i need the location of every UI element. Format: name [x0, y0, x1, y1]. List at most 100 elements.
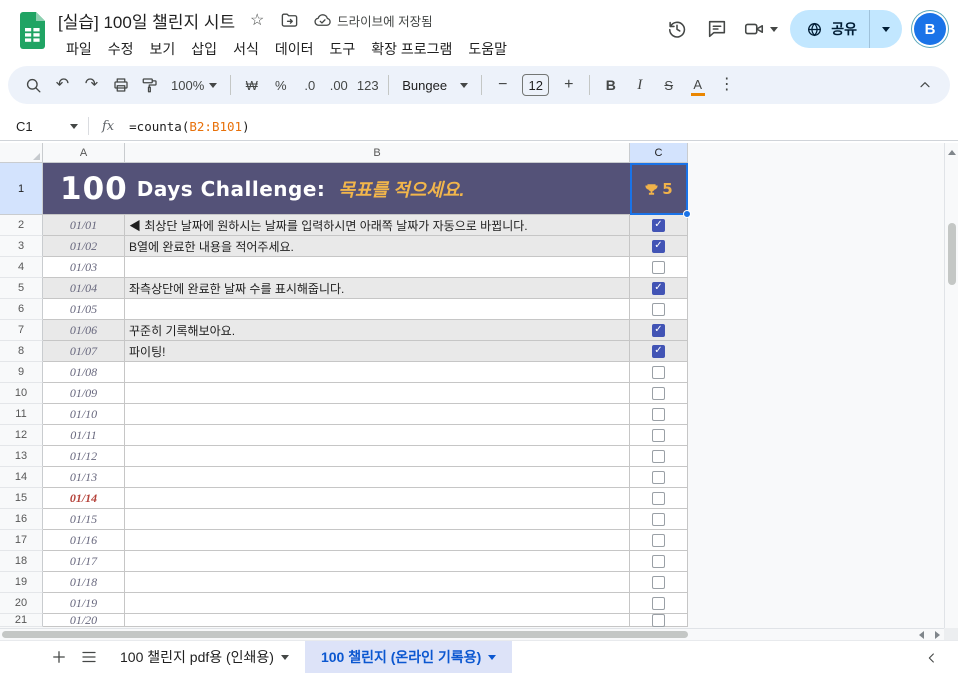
checkbox[interactable]: [652, 512, 665, 526]
entry-cell[interactable]: 꾸준히 기록해보아요.: [125, 320, 630, 341]
checkbox[interactable]: ✓: [652, 239, 665, 253]
checkbox-cell[interactable]: [630, 614, 688, 627]
checkbox[interactable]: [652, 449, 665, 463]
entry-cell[interactable]: [125, 614, 630, 627]
entry-cell[interactable]: [125, 593, 630, 614]
date-cell[interactable]: 01/03: [43, 257, 125, 278]
number-format-button[interactable]: 123: [354, 71, 381, 99]
checkbox-cell[interactable]: ✓: [630, 341, 688, 362]
horizontal-scroll-thumb[interactable]: [2, 631, 688, 638]
checkbox-cell[interactable]: [630, 551, 688, 572]
checkbox-cell[interactable]: [630, 530, 688, 551]
row-header[interactable]: 19: [0, 572, 43, 593]
checkbox[interactable]: [652, 596, 665, 610]
entry-cell[interactable]: [125, 488, 630, 509]
fill-handle[interactable]: [683, 210, 691, 218]
row-header[interactable]: 3: [0, 236, 43, 257]
print-icon[interactable]: [107, 71, 134, 99]
share-dropdown[interactable]: [869, 10, 902, 48]
date-cell[interactable]: 01/19: [43, 593, 125, 614]
currency-format-button[interactable]: ₩: [238, 71, 265, 99]
checkbox-cell[interactable]: [630, 425, 688, 446]
date-cell[interactable]: 01/01: [43, 215, 125, 236]
entry-cell[interactable]: [125, 572, 630, 593]
checkbox-cell[interactable]: [630, 383, 688, 404]
collapse-toolbar-icon[interactable]: [911, 71, 938, 99]
entry-cell[interactable]: [125, 404, 630, 425]
checkbox[interactable]: [652, 260, 665, 274]
zoom-select[interactable]: 100%: [165, 71, 223, 99]
bold-button[interactable]: B: [597, 71, 624, 99]
checkbox-cell[interactable]: ✓: [630, 236, 688, 257]
checkbox[interactable]: [652, 575, 665, 589]
row-header[interactable]: 13: [0, 446, 43, 467]
row-header[interactable]: 4: [0, 257, 43, 278]
checkbox-cell[interactable]: [630, 488, 688, 509]
more-options-icon[interactable]: ⋮: [713, 71, 740, 99]
star-icon[interactable]: ☆: [247, 11, 267, 31]
increase-decimal-button[interactable]: .00: [325, 71, 352, 99]
checkbox[interactable]: [652, 428, 665, 442]
entry-cell[interactable]: B열에 완료한 내용을 적어주세요.: [125, 236, 630, 257]
vertical-scroll-thumb[interactable]: [948, 223, 956, 285]
entry-cell[interactable]: [125, 446, 630, 467]
font-select[interactable]: Bungee: [396, 71, 474, 99]
checkbox-cell[interactable]: ✓: [630, 278, 688, 299]
sheets-logo-icon[interactable]: [18, 11, 47, 55]
menu-extensions[interactable]: 확장 프로그램: [363, 36, 460, 62]
column-header-c[interactable]: C: [630, 143, 688, 163]
checkbox[interactable]: ✓: [652, 323, 665, 337]
date-cell[interactable]: 01/12: [43, 446, 125, 467]
menu-help[interactable]: 도움말: [460, 36, 515, 62]
vertical-scrollbar[interactable]: [944, 143, 958, 640]
search-icon[interactable]: [20, 71, 47, 99]
row-header[interactable]: 6: [0, 299, 43, 320]
date-cell[interactable]: 01/04: [43, 278, 125, 299]
document-title[interactable]: [실습] 100일 챌린지 시트: [58, 8, 235, 33]
date-cell[interactable]: 01/17: [43, 551, 125, 572]
decrease-font-size-button[interactable]: −: [489, 71, 516, 99]
checkbox[interactable]: [652, 386, 665, 400]
add-sheet-button[interactable]: [44, 642, 74, 672]
menu-view[interactable]: 보기: [142, 36, 184, 62]
row-header[interactable]: 12: [0, 425, 43, 446]
entry-cell[interactable]: [125, 530, 630, 551]
entry-cell[interactable]: [125, 257, 630, 278]
entry-cell[interactable]: 좌측상단에 완료한 날짜 수를 표시해줍니다.: [125, 278, 630, 299]
row-header[interactable]: 17: [0, 530, 43, 551]
checkbox-cell[interactable]: [630, 404, 688, 425]
menu-edit[interactable]: 수정: [100, 36, 142, 62]
version-history-icon[interactable]: [663, 15, 691, 43]
checkbox-cell[interactable]: ✓: [630, 320, 688, 341]
redo-icon[interactable]: ↷: [78, 71, 105, 99]
row-header[interactable]: 10: [0, 383, 43, 404]
share-button[interactable]: 공유: [790, 10, 902, 48]
row-header[interactable]: 5: [0, 278, 43, 299]
column-header-a[interactable]: A: [43, 143, 125, 163]
comments-icon[interactable]: [703, 15, 731, 43]
challenge-banner-cell[interactable]: 100 Days Challenge: 목표를 적으세요.: [43, 163, 630, 215]
checkbox-cell[interactable]: [630, 446, 688, 467]
account-avatar[interactable]: B: [914, 13, 946, 45]
checkbox-cell[interactable]: [630, 509, 688, 530]
entry-cell[interactable]: [125, 425, 630, 446]
checkbox-cell[interactable]: [630, 593, 688, 614]
checkbox[interactable]: [652, 491, 665, 505]
entry-cell[interactable]: [125, 509, 630, 530]
checkbox-cell[interactable]: ✓: [630, 215, 688, 236]
date-cell[interactable]: 01/20: [43, 614, 125, 627]
checkbox-cell[interactable]: [630, 299, 688, 320]
font-size-input[interactable]: 12: [522, 74, 550, 96]
date-cell[interactable]: 01/07: [43, 341, 125, 362]
all-sheets-menu-icon[interactable]: [74, 642, 104, 672]
date-cell[interactable]: 01/05: [43, 299, 125, 320]
sheet-tab-online-active[interactable]: 100 챌린지 (온라인 기록용): [304, 640, 513, 673]
decrease-decimal-button[interactable]: .0: [296, 71, 323, 99]
checkbox[interactable]: [652, 302, 665, 316]
checkbox[interactable]: [652, 365, 665, 379]
selected-cell-c1[interactable]: 5: [630, 163, 691, 218]
column-header-b[interactable]: B: [125, 143, 630, 163]
paint-format-icon[interactable]: [136, 71, 163, 99]
date-cell[interactable]: 01/13: [43, 467, 125, 488]
tab-scroll-left-icon[interactable]: [924, 641, 940, 673]
